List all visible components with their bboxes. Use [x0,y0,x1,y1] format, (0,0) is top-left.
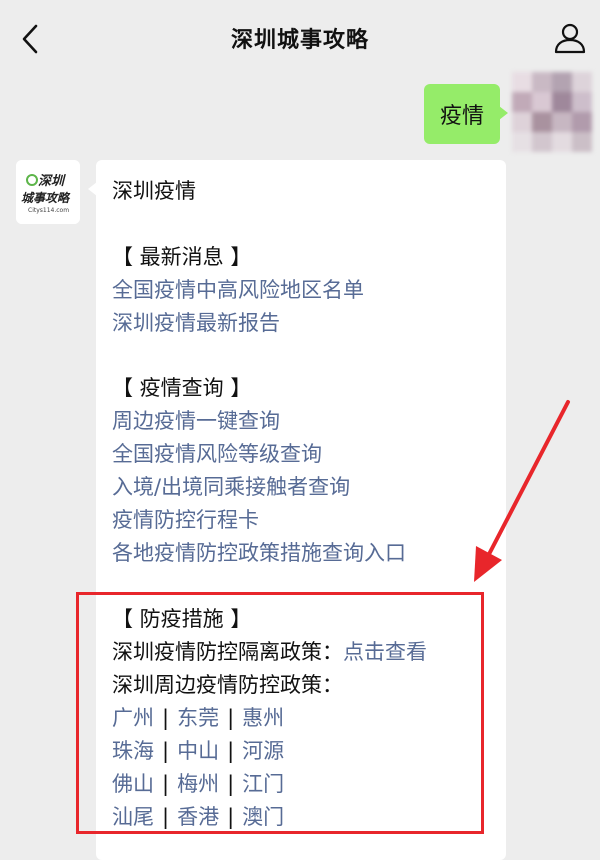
link-risk-level-query[interactable]: 全国疫情风险等级查询 [112,438,322,470]
my-avatar[interactable] [512,72,592,152]
svg-text:Citys114.com: Citys114.com [28,207,69,214]
section-title-latest: 【 最新消息 】 [112,245,252,269]
link-nearby-query[interactable]: 周边疫情一键查询 [112,405,280,437]
profile-button[interactable] [552,20,588,56]
outgoing-message[interactable]: 疫情 [424,84,508,144]
link-high-risk-areas[interactable]: 全国疫情中高风险地区名单 [112,274,364,306]
link-policy-entry[interactable]: 各地疫情防控政策措施查询入口 [112,537,406,569]
svg-text:深圳: 深圳 [38,173,66,189]
link-itinerary-card[interactable]: 疫情防控行程卡 [112,504,259,536]
bot-avatar[interactable]: 深圳 城事攻略 Citys114.com [16,160,80,224]
citys-logo: 深圳 城事攻略 Citys114.com [16,160,80,224]
section-title-query: 【 疫情查询 】 [112,376,252,400]
link-contact-query[interactable]: 入境/出境同乘接触者查询 [112,471,350,503]
svg-text:城事攻略: 城事攻略 [21,191,71,205]
link-shenzhen-report[interactable]: 深圳疫情最新报告 [112,307,280,339]
red-arrow-icon [474,400,570,582]
nav-bar: 深圳城事攻略 [0,0,600,78]
user-icon [554,23,586,54]
message-heading: 深圳疫情 [112,179,196,203]
chat-title: 深圳城事攻略 [230,28,369,53]
highlight-box [76,592,484,834]
